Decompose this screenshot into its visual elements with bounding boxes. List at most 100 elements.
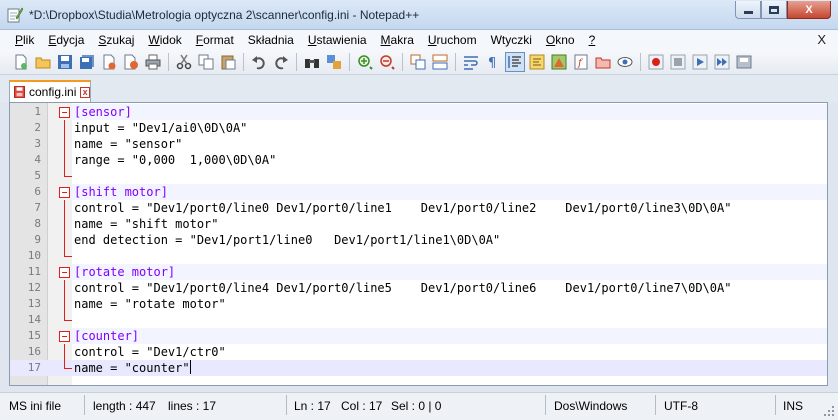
editor-line[interactable]: 12 control = "Dev1/port0/line4 Dev1/port0… bbox=[10, 280, 827, 296]
toolbar: ¶ f bbox=[0, 50, 838, 75]
menu-item[interactable]: Wtyczki bbox=[484, 33, 539, 47]
paste-button[interactable] bbox=[218, 52, 238, 72]
editor-line[interactable]: 9 end detection = "Dev1/port1/line0 Dev1/… bbox=[10, 232, 827, 248]
close-button[interactable]: X bbox=[787, 1, 831, 19]
editor-line[interactable]: 14 bbox=[10, 312, 827, 328]
line-number: 14 bbox=[27, 313, 41, 326]
open-file-button[interactable] bbox=[33, 52, 53, 72]
fold-line bbox=[64, 168, 65, 176]
menu-item[interactable]: Uruchom bbox=[421, 33, 484, 47]
fast-forward-icon bbox=[714, 54, 730, 70]
editor-line[interactable]: 3 name = "sensor" bbox=[10, 136, 827, 152]
new-file-button[interactable] bbox=[11, 52, 31, 72]
close-all-button[interactable] bbox=[121, 52, 141, 72]
copy-button[interactable] bbox=[196, 52, 216, 72]
line-number: 1 bbox=[34, 105, 41, 118]
minimize-button[interactable] bbox=[735, 1, 761, 19]
unsaved-file-icon bbox=[14, 86, 25, 98]
menu-accelerator: U bbox=[307, 33, 317, 47]
editor-line[interactable]: 6 [shift motor] bbox=[10, 184, 827, 200]
play-macro-button[interactable] bbox=[690, 52, 710, 72]
toolbar-separator bbox=[402, 53, 403, 71]
sync-horizontal-button[interactable] bbox=[430, 52, 450, 72]
editor-line[interactable]: 7 control = "Dev1/port0/line0 Dev1/port0/… bbox=[10, 200, 827, 216]
fold-end bbox=[64, 320, 72, 321]
print-button[interactable] bbox=[143, 52, 163, 72]
tab-bar: config.ini x bbox=[0, 75, 838, 102]
menu-item[interactable]: Szukaj bbox=[91, 33, 141, 47]
tab-config-ini[interactable]: config.ini x bbox=[9, 80, 91, 102]
menu-item[interactable]: ? bbox=[582, 33, 603, 47]
editor-line[interactable]: 13 name = "rotate motor" bbox=[10, 296, 827, 312]
folder-workspace-button[interactable] bbox=[593, 52, 613, 72]
function-list-button[interactable]: f bbox=[571, 52, 591, 72]
open-folder-icon bbox=[35, 57, 51, 69]
editor-line[interactable]: 5 bbox=[10, 168, 827, 184]
save-macro-button[interactable] bbox=[734, 52, 754, 72]
show-all-chars-button[interactable]: ¶ bbox=[483, 52, 503, 72]
status-eol: Dos\Windows bbox=[554, 399, 628, 413]
zoom-in-button[interactable] bbox=[355, 52, 375, 72]
editor-line[interactable]: 2 input = "Dev1/ai0\0D\0A" bbox=[10, 120, 827, 136]
run-macro-multiple-button[interactable] bbox=[712, 52, 732, 72]
record-macro-button[interactable] bbox=[646, 52, 666, 72]
cut-button[interactable] bbox=[174, 52, 194, 72]
user-defined-lang-button[interactable] bbox=[527, 52, 547, 72]
fold-toggle-icon[interactable] bbox=[59, 267, 70, 278]
close-document-icon[interactable]: X bbox=[817, 32, 826, 47]
section-highlight bbox=[72, 328, 827, 344]
menu-item[interactable]: Okno bbox=[539, 33, 582, 47]
editor-line[interactable]: 8 name = "shift motor" bbox=[10, 216, 827, 232]
status-divider bbox=[545, 395, 546, 415]
replace-button[interactable] bbox=[324, 52, 344, 72]
editor-line[interactable]: 17 name = "counter" bbox=[10, 360, 827, 376]
menu-item[interactable]: Widok bbox=[141, 33, 188, 47]
section-header: [rotate motor] bbox=[74, 264, 176, 280]
close-file-button[interactable] bbox=[99, 52, 119, 72]
fold-line bbox=[64, 136, 65, 152]
fold-toggle-icon[interactable] bbox=[59, 331, 70, 342]
menu-item[interactable]: Edycja bbox=[41, 33, 91, 47]
maximize-button[interactable] bbox=[761, 1, 787, 19]
zoom-out-button[interactable] bbox=[377, 52, 397, 72]
status-length: length : 447 bbox=[93, 399, 156, 413]
editor-line[interactable]: 16 control = "Dev1/ctr0" bbox=[10, 344, 827, 360]
editor-line[interactable]: 1 [sensor] bbox=[10, 104, 827, 120]
editor-line[interactable]: 15 [counter] bbox=[10, 328, 827, 344]
editor-line[interactable]: 4 range = "0,000 1,000\0D\0A" bbox=[10, 152, 827, 168]
find-button[interactable] bbox=[302, 52, 322, 72]
menu-item[interactable]: Plik bbox=[8, 33, 41, 47]
menu-item[interactable]: Makra bbox=[374, 33, 421, 47]
save-button[interactable] bbox=[55, 52, 75, 72]
save-all-button[interactable] bbox=[77, 52, 97, 72]
editor-line[interactable]: 11 [rotate motor] bbox=[10, 264, 827, 280]
editor-line[interactable]: 10 bbox=[10, 248, 827, 264]
line-number: 12 bbox=[27, 281, 41, 294]
window-title: *D:\Dropbox\Studia\Metrologia optyczna 2… bbox=[29, 8, 420, 22]
status-bar: MS ini file length : 447 lines : 17 Ln :… bbox=[0, 392, 838, 420]
menu-item[interactable]: Ustawienia bbox=[301, 33, 374, 47]
status-language: MS ini file bbox=[9, 399, 62, 413]
doc-map-button[interactable] bbox=[549, 52, 569, 72]
stop-macro-button[interactable] bbox=[668, 52, 688, 72]
line-number: 8 bbox=[34, 217, 41, 230]
tab-close-icon[interactable]: x bbox=[80, 86, 90, 98]
redo-button[interactable] bbox=[271, 52, 291, 72]
editor[interactable]: 1 [sensor] 2 input = "Dev1/ai0\0D\0A" 3 name … bbox=[9, 102, 828, 386]
maximize-icon bbox=[769, 5, 779, 14]
monitoring-button[interactable] bbox=[615, 52, 635, 72]
menu-item[interactable]: Składnia bbox=[241, 33, 301, 47]
close-file-icon bbox=[103, 54, 116, 70]
fold-line bbox=[64, 152, 65, 168]
undo-button[interactable] bbox=[249, 52, 269, 72]
word-wrap-button[interactable] bbox=[461, 52, 481, 72]
menu-item[interactable]: Format bbox=[189, 33, 241, 47]
fold-toggle-icon[interactable] bbox=[59, 107, 70, 118]
section-highlight bbox=[72, 184, 827, 200]
toolbar-separator bbox=[349, 53, 350, 71]
fold-line bbox=[64, 296, 65, 312]
resize-grip-icon[interactable] bbox=[823, 405, 835, 417]
indent-guide-button[interactable] bbox=[505, 52, 525, 72]
fold-toggle-icon[interactable] bbox=[59, 187, 70, 198]
sync-vertical-button[interactable] bbox=[408, 52, 428, 72]
